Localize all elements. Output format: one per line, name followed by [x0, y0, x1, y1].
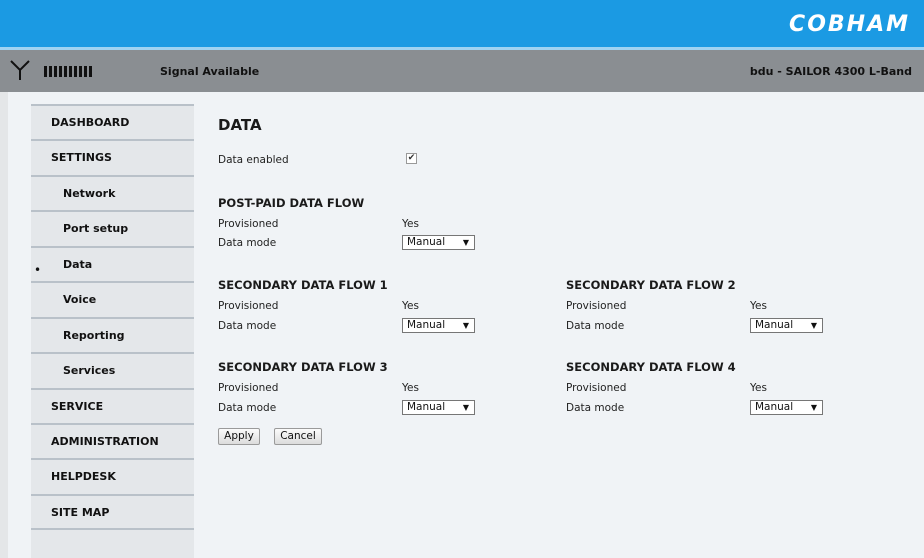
secondary-4-mode-label: Data mode — [566, 402, 625, 414]
secondary-1-mode-select[interactable]: Manual ▼ — [402, 318, 475, 333]
secondary-3-provisioned-label: Provisioned — [218, 382, 279, 394]
sidebar-item-label: HELPDESK — [51, 469, 116, 483]
secondary-4-provisioned-label: Provisioned — [566, 382, 627, 394]
post-paid-provisioned-value: Yes — [402, 218, 419, 230]
device-name-text: bdu - SAILOR 4300 L-Band — [749, 65, 912, 78]
sidebar-item-settings[interactable]: SETTINGS — [31, 139, 194, 173]
select-value: Manual — [755, 319, 794, 331]
chevron-down-icon: ▼ — [810, 403, 817, 412]
sidebar-bottom-divider — [31, 528, 194, 530]
secondary-4-provisioned-value: Yes — [750, 382, 767, 394]
secondary-2-mode-select[interactable]: Manual ▼ — [750, 318, 823, 333]
post-paid-provisioned-label: Provisioned — [218, 218, 279, 230]
secondary-2-mode-label: Data mode — [566, 320, 625, 332]
sidebar-item-label: SERVICE — [51, 399, 104, 413]
sidebar-item-label: SITE MAP — [51, 505, 110, 519]
sidebar-item-label: Network — [63, 186, 116, 200]
sidebar-nav: DASHBOARD SETTINGS Network Port setup Da… — [31, 104, 194, 558]
chevron-down-icon: ▼ — [462, 321, 469, 330]
status-bar: Signal Available bdu - SAILOR 4300 L-Ban… — [0, 50, 924, 92]
chevron-down-icon: ▼ — [810, 321, 817, 330]
post-paid-mode-label: Data mode — [218, 237, 277, 249]
sidebar-item-network[interactable]: Network — [31, 175, 194, 209]
select-value: Manual — [755, 401, 794, 413]
sidebar-item-label: Port setup — [63, 221, 129, 235]
sidebar-item-label: Services — [63, 363, 116, 377]
secondary-2-provisioned-value: Yes — [750, 300, 767, 312]
secondary-2-provisioned-label: Provisioned — [566, 300, 627, 312]
sidebar-item-label: ADMINISTRATION — [51, 434, 159, 448]
sidebar-item-site-map[interactable]: SITE MAP — [31, 494, 194, 528]
sidebar-item-label: SETTINGS — [51, 150, 112, 164]
sidebar-item-port-setup[interactable]: Port setup — [31, 210, 194, 244]
sidebar-item-label: Data — [63, 257, 93, 271]
sidebar-item-reporting[interactable]: Reporting — [31, 317, 194, 351]
secondary-2-title: SECONDARY DATA FLOW 2 — [566, 278, 736, 292]
cancel-button[interactable]: Cancel — [274, 428, 322, 445]
sidebar-item-administration[interactable]: ADMINISTRATION — [31, 423, 194, 457]
sidebar-item-services[interactable]: Services — [31, 352, 194, 386]
secondary-1-title: SECONDARY DATA FLOW 1 — [218, 278, 388, 292]
sidebar-item-helpdesk[interactable]: HELPDESK — [31, 458, 194, 492]
apply-button[interactable]: Apply — [218, 428, 260, 445]
select-value: Manual — [407, 236, 446, 248]
secondary-1-provisioned-value: Yes — [402, 300, 419, 312]
active-item-bullet: • — [34, 263, 42, 277]
secondary-3-provisioned-value: Yes — [402, 382, 419, 394]
secondary-3-mode-select[interactable]: Manual ▼ — [402, 400, 475, 415]
antenna-icon — [10, 60, 30, 80]
data-enabled-label: Data enabled — [218, 154, 289, 166]
content-panel: DATA Data enabled ✔ POST-PAID DATA FLOW … — [218, 92, 918, 558]
secondary-3-mode-label: Data mode — [218, 402, 277, 414]
post-paid-mode-select[interactable]: Manual ▼ — [402, 235, 475, 250]
signal-strength-icon — [44, 66, 92, 77]
data-enabled-checkbox[interactable]: ✔ — [406, 153, 417, 164]
secondary-4-title: SECONDARY DATA FLOW 4 — [566, 360, 736, 374]
sidebar-item-service[interactable]: SERVICE — [31, 388, 194, 422]
cobham-logo: COBHAM — [789, 12, 910, 37]
post-paid-title: POST-PAID DATA FLOW — [218, 196, 365, 210]
sidebar-item-dashboard[interactable]: DASHBOARD — [31, 104, 194, 138]
chevron-down-icon: ▼ — [462, 403, 469, 412]
top-banner: COBHAM — [0, 0, 924, 47]
chevron-down-icon: ▼ — [462, 238, 469, 247]
page-title: DATA — [218, 116, 262, 134]
left-stripe — [0, 92, 8, 558]
sidebar-item-data[interactable]: Data — [31, 246, 194, 280]
sidebar-item-label: DASHBOARD — [51, 115, 130, 129]
sidebar-item-label: Voice — [63, 292, 97, 306]
select-value: Manual — [407, 319, 446, 331]
secondary-3-title: SECONDARY DATA FLOW 3 — [218, 360, 388, 374]
secondary-1-mode-label: Data mode — [218, 320, 277, 332]
secondary-4-mode-select[interactable]: Manual ▼ — [750, 400, 823, 415]
signal-status-text: Signal Available — [160, 65, 260, 78]
sidebar-item-label: Reporting — [63, 328, 125, 342]
select-value: Manual — [407, 401, 446, 413]
sidebar-item-voice[interactable]: Voice — [31, 281, 194, 315]
secondary-1-provisioned-label: Provisioned — [218, 300, 279, 312]
